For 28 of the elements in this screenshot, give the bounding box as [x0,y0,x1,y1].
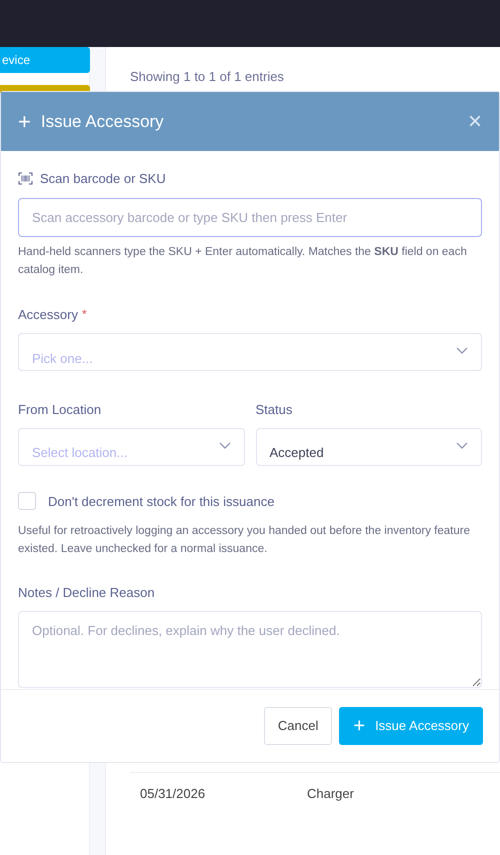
required-mark: * [82,306,87,324]
entries-info: Showing 1 to 1 of 1 entries [130,68,285,86]
field-label: Scan barcode or SKU [40,170,166,188]
chevron-down-icon [218,442,230,450]
help-text: Useful for retroactively logging an accessory you handed out before the inventory feature existed. Leave unchecked for a normal issuance. [18,524,471,557]
cancel-button[interactable]: Cancel [264,707,332,745]
sidebar-button[interactable]: evice [0,47,90,73]
notes-input-field[interactable]: Optional. For declines, explain why the user declined. [18,610,482,688]
close-button[interactable]: × [468,110,482,134]
scan-input-field[interactable]: Scan accessory barcode or type SKU then press Enter [18,198,482,236]
accessory-select[interactable]: Pick one... [18,333,482,371]
issue-accessory-button[interactable]: + Issue Accessory [339,707,483,745]
field-label: From Location [18,401,102,419]
field-label: Notes / Decline Reason [18,584,156,602]
field-label: Accessory [18,306,78,324]
table-cell-text: 05/31/2026 [139,784,206,803]
status-select[interactable]: Accepted [256,428,482,466]
chevron-down-icon [456,442,468,450]
checkbox[interactable] [18,492,36,510]
location-select[interactable]: Select location... [18,428,244,466]
plus-icon: + [18,110,31,132]
modal-title: Issue Accessory [40,110,165,133]
chevron-down-icon [456,347,468,355]
table-cell-text: Charger [307,784,354,803]
checkbox-label: Don't decrement stock for this issuance [48,492,274,510]
field-label: Status [256,401,294,419]
barcode-icon [18,172,33,186]
help-text: Hand-held scanners type the SKU + Enter automatically. Matches the SKU field on each catalog item. [18,244,468,278]
